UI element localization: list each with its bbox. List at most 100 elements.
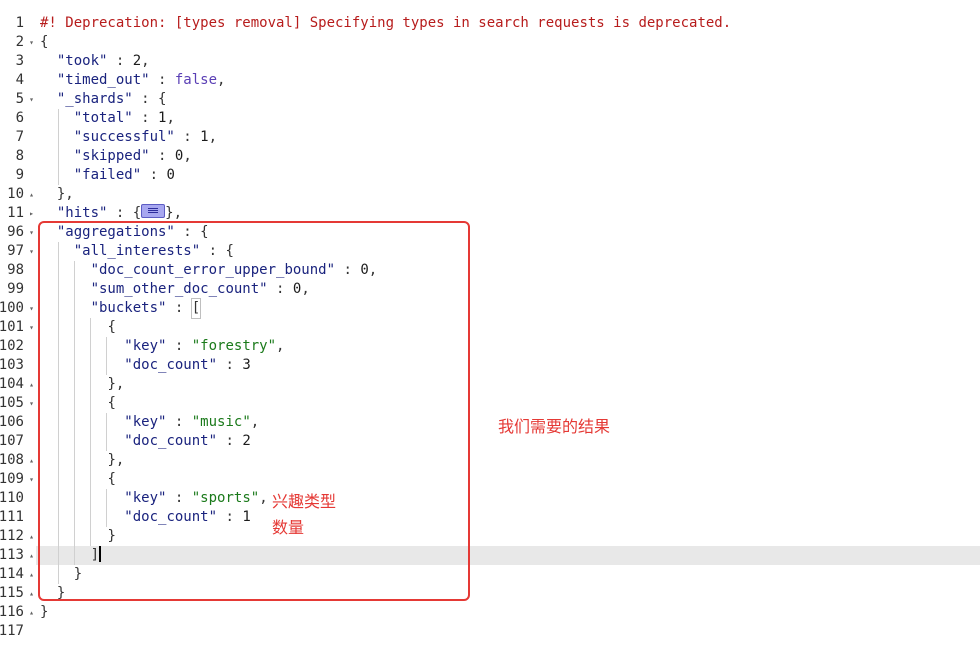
line-number-row: 4 bbox=[0, 71, 36, 90]
json-key: "_shards" bbox=[56, 91, 133, 107]
line-number-row: 3 bbox=[0, 52, 36, 71]
brace-open: { bbox=[132, 205, 142, 221]
code-line-4: "timed_out" : false, bbox=[40, 71, 980, 90]
line-number: 111 bbox=[0, 509, 24, 525]
fold-toggle-icon[interactable]: ▸ bbox=[29, 204, 34, 223]
fold-toggle-icon[interactable]: ▾ bbox=[29, 242, 34, 261]
line-number-row: 109 ▾ bbox=[0, 470, 36, 489]
fold-toggle-icon[interactable]: ▴ bbox=[29, 527, 34, 546]
fold-toggle-icon[interactable]: ▴ bbox=[29, 603, 34, 622]
separator: : bbox=[132, 91, 159, 107]
line-number-row: 104 ▴ bbox=[0, 375, 36, 394]
line-number: 114 bbox=[0, 566, 24, 582]
line-number: 112 bbox=[0, 528, 24, 544]
comma: , bbox=[183, 148, 192, 164]
fold-toggle-icon[interactable]: ▴ bbox=[29, 584, 34, 603]
fold-toggle-icon[interactable]: ▴ bbox=[29, 565, 34, 584]
fold-toggle-icon[interactable]: ▾ bbox=[29, 394, 34, 413]
brace-close: } bbox=[40, 604, 49, 620]
line-number: 10 bbox=[7, 186, 24, 202]
line-number: 3 bbox=[15, 53, 24, 69]
line-number-row: 100 ▾ bbox=[0, 299, 36, 318]
line-number-row: 114 ▴ bbox=[0, 565, 36, 584]
line-number: 7 bbox=[15, 129, 24, 145]
fold-toggle-icon[interactable]: ▾ bbox=[29, 299, 34, 318]
line-number-row: 2 ▾ bbox=[0, 33, 36, 52]
line-number: 106 bbox=[0, 414, 24, 430]
line-number-row: 9 bbox=[0, 166, 36, 185]
editor-top-gap bbox=[0, 0, 980, 14]
separator: : bbox=[107, 205, 133, 221]
json-key: "skipped" bbox=[73, 148, 150, 164]
line-number-row: 101 ▾ bbox=[0, 318, 36, 337]
line-number-row: 6 bbox=[0, 109, 36, 128]
line-number: 100 bbox=[0, 300, 24, 316]
line-number: 99 bbox=[7, 281, 24, 297]
code-line-9: "failed" : 0 bbox=[40, 166, 980, 185]
line-number: 109 bbox=[0, 471, 24, 487]
brace-open: { bbox=[158, 91, 167, 107]
line-number: 108 bbox=[0, 452, 24, 468]
line-number-row: 99 bbox=[0, 280, 36, 299]
line-number-gutter: 1 2 ▾ 3 4 5 ▾ 6 7 8 9 10 ▴ 11 ▸ 96 ▾ 97 ▾ 98 99 100 ▾ 101 ▾ 102 10… bbox=[0, 14, 36, 651]
separator: : bbox=[149, 148, 175, 164]
line-number: 1 bbox=[15, 15, 24, 31]
fold-toggle-icon[interactable]: ▾ bbox=[29, 318, 34, 337]
line-number-row: 7 bbox=[0, 128, 36, 147]
comma: , bbox=[208, 129, 218, 145]
code-line-7: "successful" : 1, bbox=[40, 128, 980, 147]
count-annotation: 数量 bbox=[272, 518, 305, 537]
fold-toggle-icon[interactable]: ▾ bbox=[29, 223, 34, 242]
line-number: 2 bbox=[15, 34, 24, 50]
comma: , bbox=[141, 53, 150, 69]
line-number-row: 105 ▾ bbox=[0, 394, 36, 413]
comma: , bbox=[217, 72, 226, 88]
line-number-row: 108 ▴ bbox=[0, 451, 36, 470]
code-line-116: } bbox=[40, 603, 980, 622]
code-line-3: "took" : 2, bbox=[40, 52, 980, 71]
json-number: 1 bbox=[200, 129, 209, 145]
fold-toggle-icon[interactable]: ▴ bbox=[29, 451, 34, 470]
line-number: 105 bbox=[0, 395, 24, 411]
fold-toggle-icon[interactable]: ▴ bbox=[29, 375, 34, 394]
line-number: 97 bbox=[7, 243, 24, 259]
json-number: 0 bbox=[166, 167, 175, 183]
result-highlight-box bbox=[38, 221, 470, 601]
fold-toggle-icon[interactable]: ▴ bbox=[29, 546, 34, 565]
json-key: "successful" bbox=[73, 129, 175, 145]
line-number: 9 bbox=[15, 167, 24, 183]
line-number: 5 bbox=[15, 91, 24, 107]
line-number: 102 bbox=[0, 338, 24, 354]
json-key: "took" bbox=[56, 53, 108, 69]
line-number-row: 97 ▾ bbox=[0, 242, 36, 261]
code-line-5: "_shards" : { bbox=[40, 90, 980, 109]
code-line-6: "total" : 1, bbox=[40, 109, 980, 128]
line-number: 103 bbox=[0, 357, 24, 373]
json-number: 2 bbox=[132, 53, 142, 69]
json-response-editor[interactable]: 1 2 ▾ 3 4 5 ▾ 6 7 8 9 10 ▴ 11 ▸ 96 ▾ 97 ▾ 98 99 100 ▾ 101 ▾ 102 10… bbox=[0, 0, 980, 651]
code-line-8: "skipped" : 0, bbox=[40, 147, 980, 166]
fold-toggle-icon[interactable]: ▾ bbox=[29, 470, 34, 489]
json-key: "failed" bbox=[73, 167, 142, 183]
separator: : bbox=[107, 53, 133, 69]
json-key: "hits" bbox=[56, 205, 108, 221]
fold-toggle-icon[interactable]: ▾ bbox=[29, 33, 34, 52]
deprecation-warning: #! Deprecation: [types removal] Specifyi… bbox=[40, 15, 732, 31]
line-number-row: 5 ▾ bbox=[0, 90, 36, 109]
brace-open: { bbox=[40, 34, 49, 50]
brace-close: }, bbox=[56, 186, 74, 202]
line-number-row: 103 bbox=[0, 356, 36, 375]
json-key: "total" bbox=[73, 110, 133, 126]
line-number-row: 98 bbox=[0, 261, 36, 280]
fold-toggle-icon[interactable]: ▾ bbox=[29, 90, 34, 109]
line-number-row: 10 ▴ bbox=[0, 185, 36, 204]
line-number: 101 bbox=[0, 319, 24, 335]
line-number: 110 bbox=[0, 490, 24, 506]
line-number: 11 bbox=[7, 205, 24, 221]
line-number: 6 bbox=[15, 110, 24, 126]
folded-content-icon[interactable] bbox=[141, 204, 166, 218]
fold-toggle-icon[interactable]: ▴ bbox=[29, 185, 34, 204]
line-number-row: 112 ▴ bbox=[0, 527, 36, 546]
line-number: 8 bbox=[15, 148, 24, 164]
